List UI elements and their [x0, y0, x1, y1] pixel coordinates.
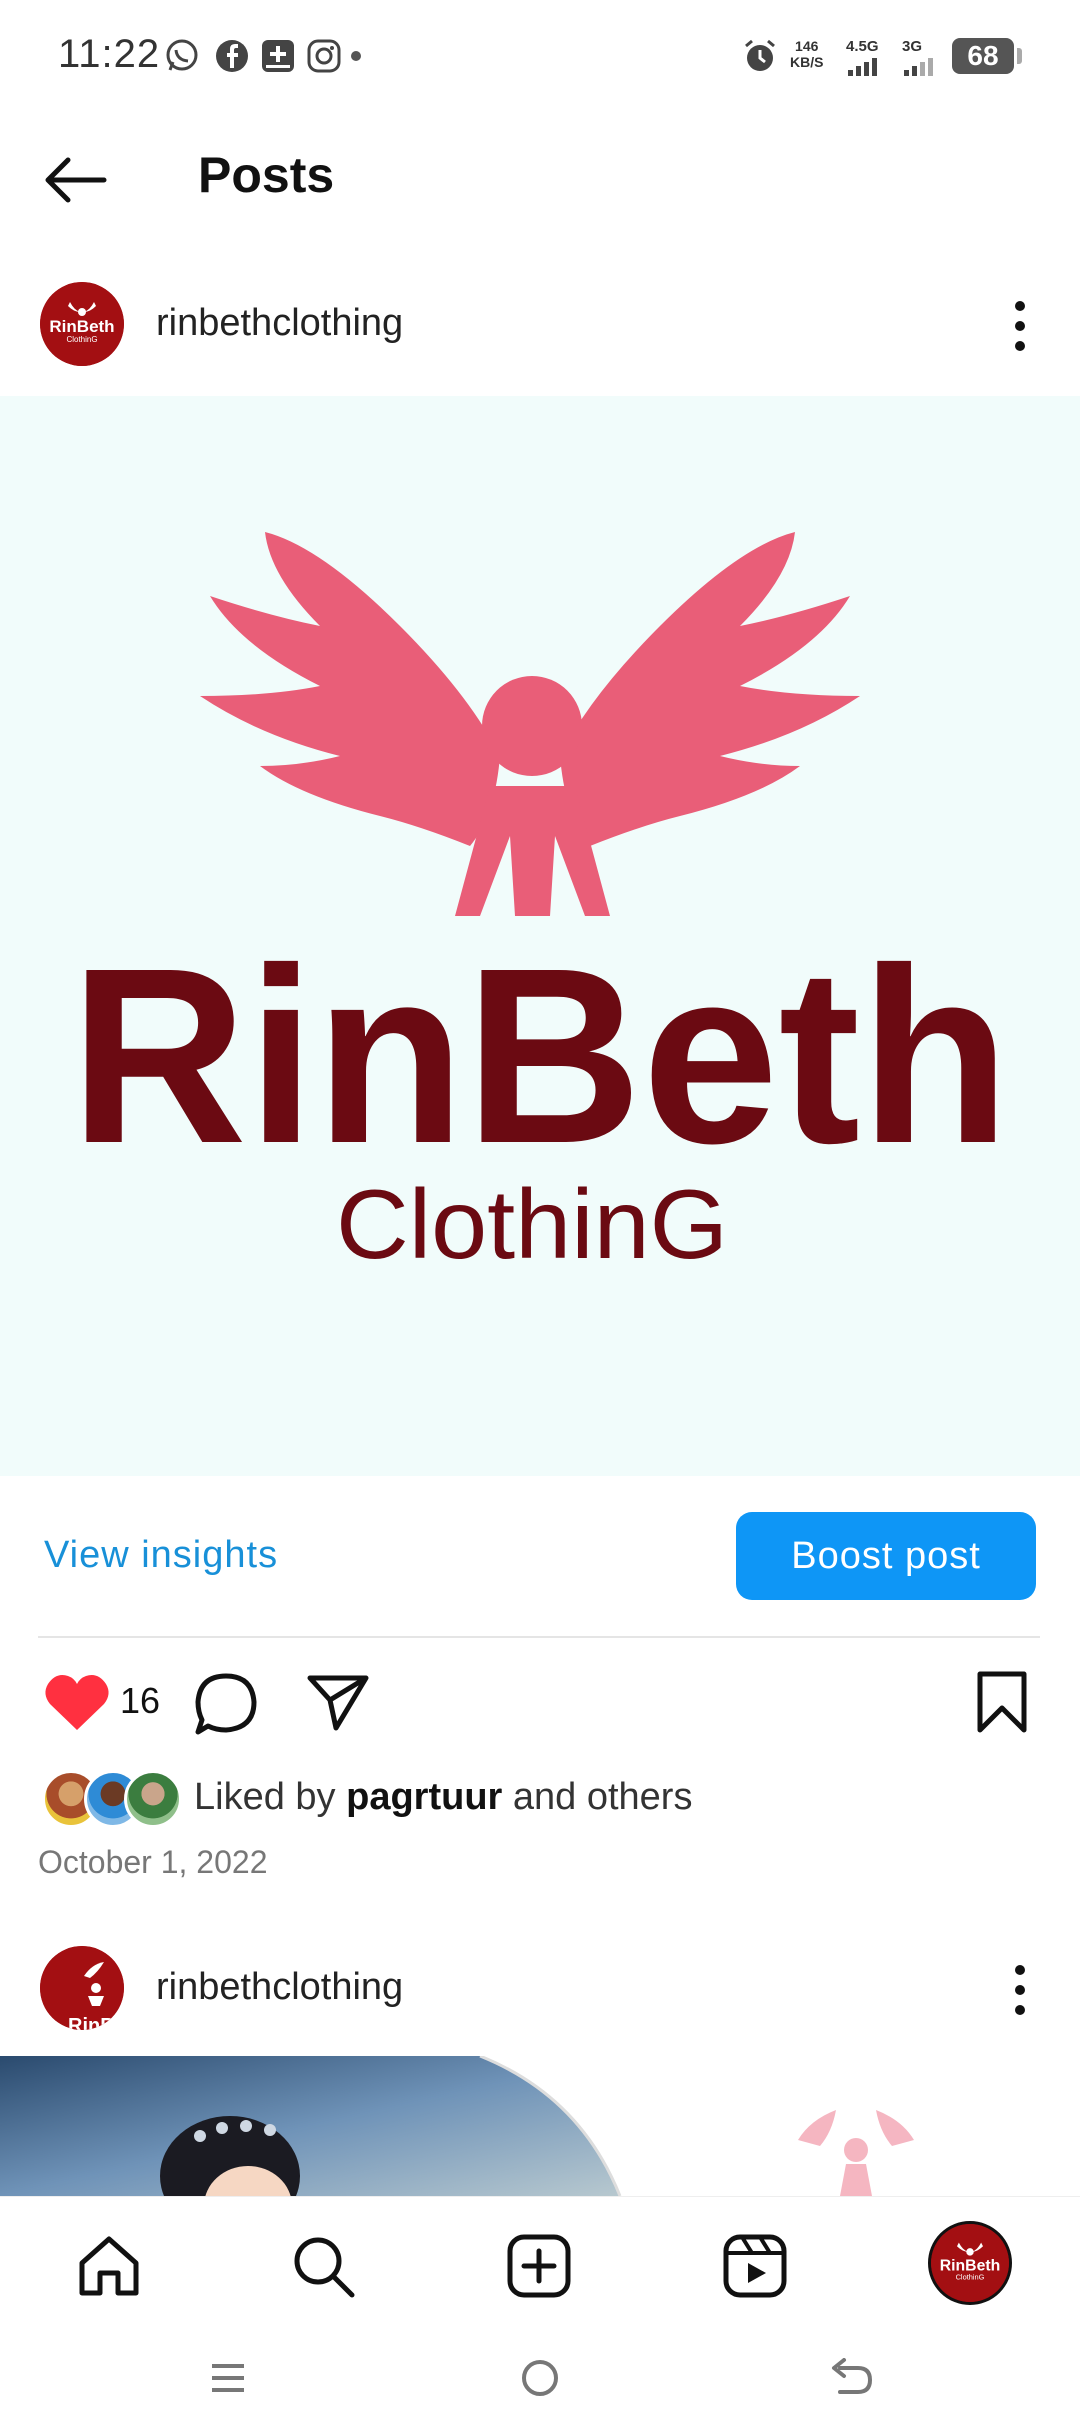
profile-avatar-icon[interactable]: RinBeth ClothinG [928, 2221, 1012, 2305]
post-image[interactable]: RinBeth ClothinG [0, 396, 1080, 1476]
svg-text:RinBeth: RinBeth [49, 317, 114, 336]
home-icon[interactable] [76, 2233, 142, 2299]
status-time: 11:22 [58, 32, 161, 76]
signal-icon-1 [848, 58, 877, 76]
home-circle-icon[interactable] [520, 2358, 560, 2398]
next-post-more-options-icon[interactable] [1010, 1960, 1030, 2020]
svg-text:ClothinG: ClothinG [956, 2273, 985, 2282]
recent-apps-icon[interactable] [208, 2358, 248, 2398]
logo-brand-tagline: ClothinG [336, 1169, 728, 1279]
status-bar: 11:22 146 KB/S 4.5G 3G 68 [0, 0, 1080, 110]
facebook-icon [216, 40, 248, 72]
logo-brand-name: RinBeth [70, 916, 1010, 1195]
whatsapp-icon [166, 39, 198, 71]
rinbeth-logo-avatar-2: RinBeth [40, 1946, 124, 2030]
alarm-icon [745, 39, 775, 71]
post-author-avatar[interactable]: RinBeth ClothinG [40, 282, 124, 366]
more-options-icon[interactable] [1010, 296, 1030, 356]
post-author-username[interactable]: rinbethclothing [156, 302, 403, 345]
view-insights-link[interactable]: View insights [44, 1534, 278, 1577]
svg-text:RinBeth: RinBeth [68, 2015, 124, 2030]
network-speed-value: 146 [795, 38, 819, 54]
page-title: Posts [198, 147, 335, 203]
next-post-author-avatar[interactable]: RinBeth [40, 1946, 124, 2030]
like-heart-icon[interactable] [42, 1672, 112, 1734]
next-post-image-preview [0, 2056, 914, 2196]
like-count[interactable]: 16 [120, 1680, 160, 1722]
bottom-navigation: RinBeth ClothinG [0, 2196, 1080, 2327]
logo-left-wing [200, 532, 500, 846]
network-label-1: 4.5G [846, 38, 879, 55]
bookmark-icon[interactable] [974, 1670, 1030, 1734]
rinbeth-logo-profile: RinBeth ClothinG [931, 2224, 1009, 2302]
back-arrow-icon[interactable] [40, 152, 110, 208]
logo-figure-head [482, 676, 582, 776]
liked-by-suffix: and others [512, 1776, 693, 1818]
search-icon[interactable] [290, 2233, 356, 2299]
reels-icon[interactable] [722, 2233, 788, 2299]
boost-post-button[interactable]: Boost post [736, 1512, 1036, 1600]
liked-by-text[interactable]: Liked by pagrtuur and others [194, 1776, 692, 1819]
app-notification-icon [262, 40, 294, 72]
signal-icon-2 [904, 58, 933, 76]
next-post-image[interactable] [0, 2056, 1080, 2196]
rinbeth-logo-image: RinBeth ClothinG [70, 532, 1010, 1279]
instagram-icon [307, 39, 341, 73]
network-speed: 146 KB/S [790, 38, 823, 70]
next-post-author-username[interactable]: rinbethclothing [156, 1966, 403, 2009]
divider [38, 1636, 1040, 1638]
svg-text:ClothinG: ClothinG [66, 335, 97, 344]
liked-by-username[interactable]: pagrtuur [346, 1776, 502, 1818]
logo-right-wing [560, 532, 860, 846]
battery-indicator: 68 [952, 38, 1022, 74]
share-icon[interactable] [306, 1672, 370, 1732]
more-notifications-dot-icon [351, 51, 361, 61]
network-label-2: 3G [902, 38, 923, 55]
liked-by-prefix: Liked by [194, 1776, 336, 1818]
system-navigation-bar [0, 2326, 1080, 2436]
create-post-icon[interactable] [506, 2233, 572, 2299]
rinbeth-logo-avatar: RinBeth ClothinG [40, 282, 124, 366]
network-speed-unit: KB/S [790, 54, 824, 70]
post-date: October 1, 2022 [38, 1844, 268, 1880]
liker-avatar-3[interactable] [124, 1770, 182, 1828]
back-nav-icon[interactable] [830, 2358, 874, 2398]
comment-icon[interactable] [194, 1672, 258, 1736]
